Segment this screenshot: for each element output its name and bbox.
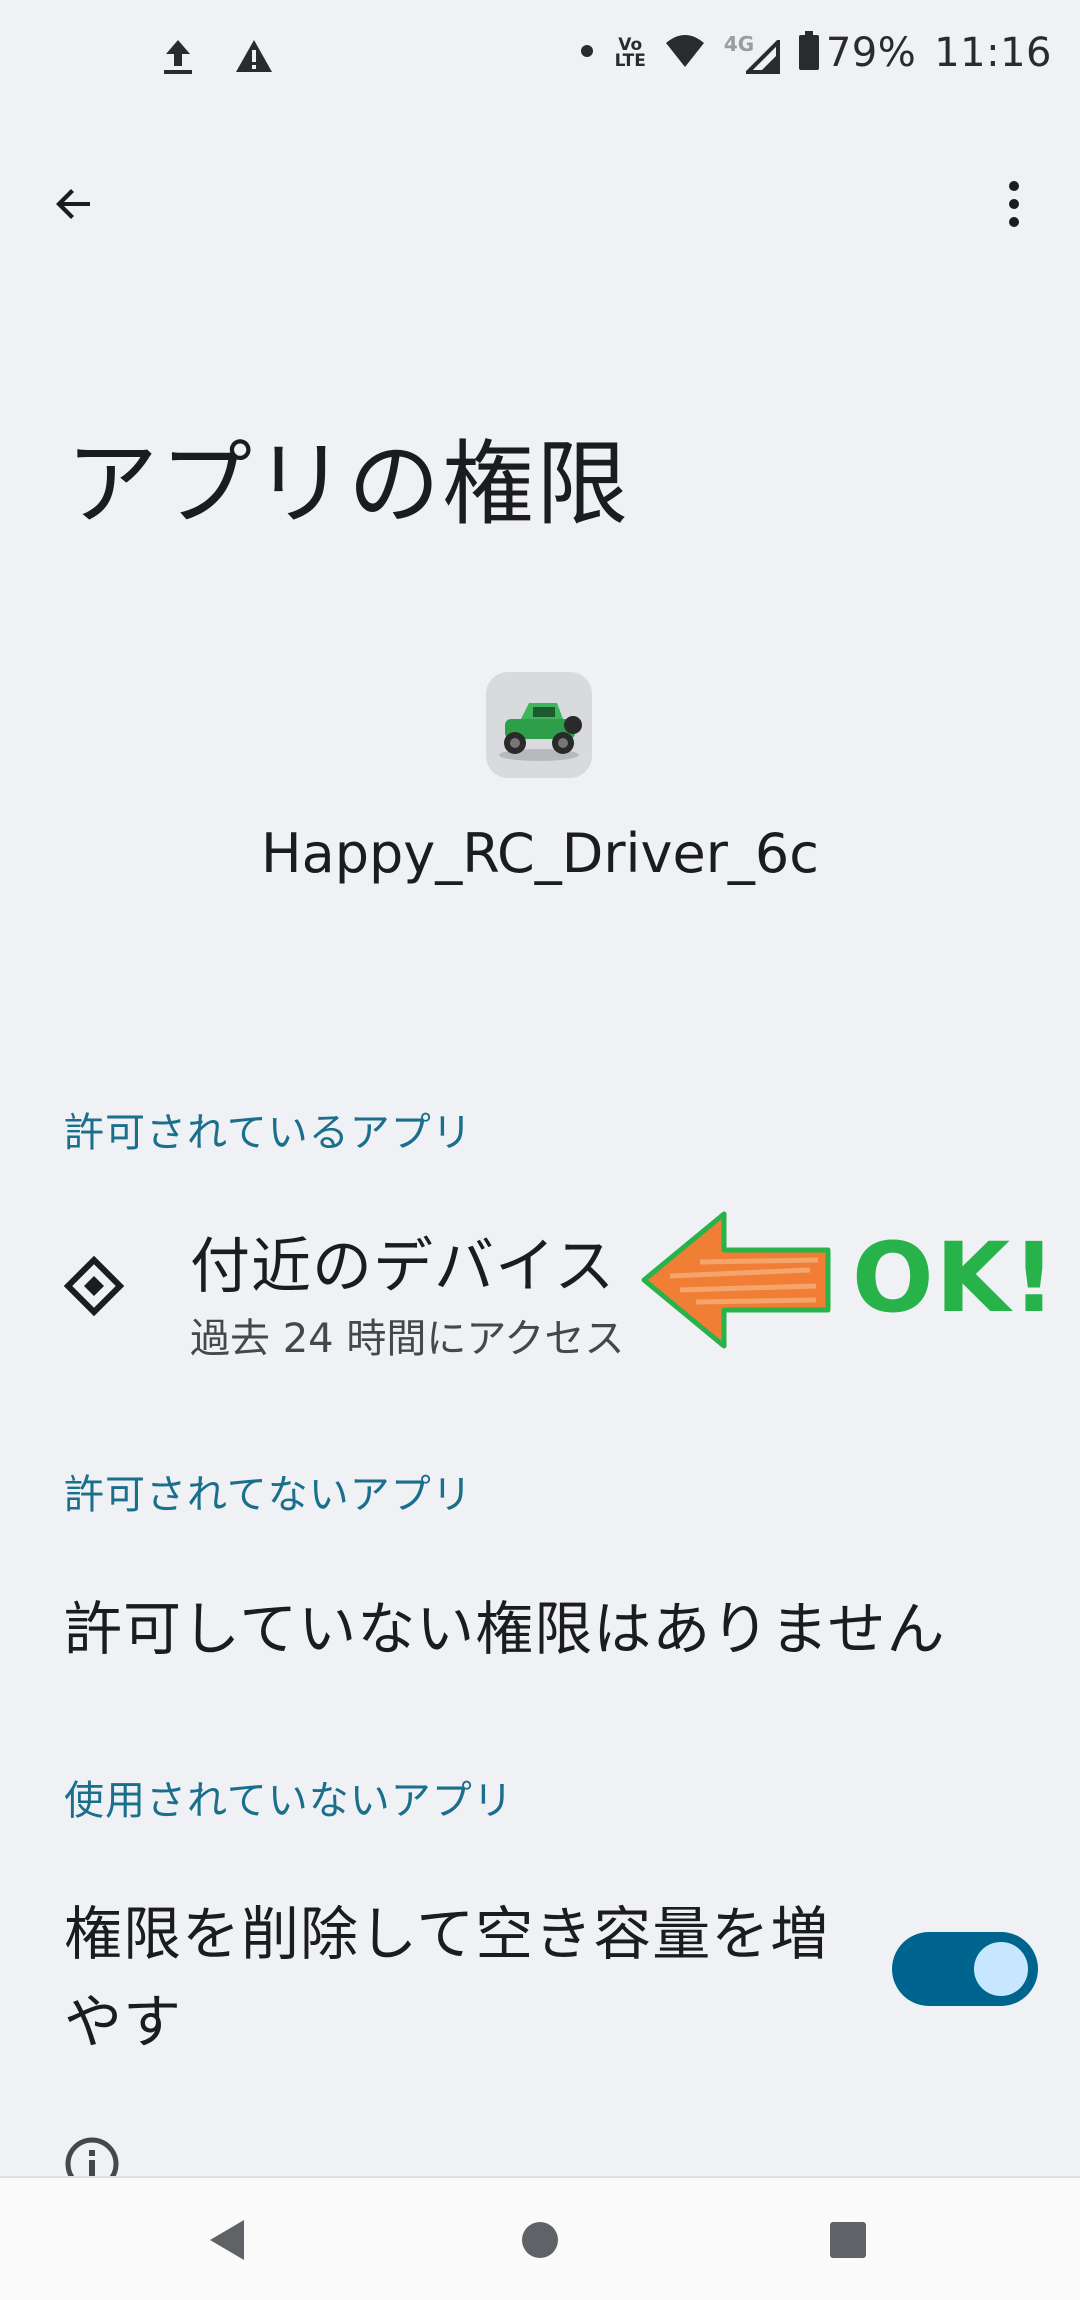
nearby-devices-icon bbox=[64, 1256, 124, 1316]
annotation-arrow-icon bbox=[641, 1211, 831, 1349]
app-permissions-screen: Vo LTE 4G 79% 11:16 アプリの権限 Happy_RC_Driv… bbox=[0, 0, 1080, 2300]
remove-permissions-toggle[interactable] bbox=[892, 1932, 1038, 2006]
app-name: Happy_RC_Driver_6c bbox=[261, 822, 819, 885]
battery-percent: 79% bbox=[825, 30, 917, 76]
nav-recents-button[interactable] bbox=[816, 2208, 880, 2272]
permission-subtitle: 過去 24 時間にアクセス bbox=[190, 1316, 625, 1362]
rc-truck-icon bbox=[499, 703, 582, 761]
4g-icon: 4G bbox=[724, 32, 780, 74]
dot-icon bbox=[577, 41, 597, 65]
top-app-bar bbox=[0, 140, 1080, 250]
arrow-back-icon bbox=[56, 189, 90, 219]
nav-home-icon bbox=[522, 2222, 558, 2258]
remove-permissions-label: 権限を削除して空き容量を増やす bbox=[64, 1900, 830, 2056]
more-options-button[interactable] bbox=[970, 160, 1058, 248]
status-bar: Vo LTE 4G 79% 11:16 bbox=[0, 0, 1080, 120]
wifi-icon bbox=[664, 33, 706, 73]
volte-label-bottom: LTE bbox=[614, 51, 646, 71]
permission-title: 付近のデバイス bbox=[190, 1232, 616, 1302]
no-denied-permissions-text: 許可していない権限はありません bbox=[64, 1595, 946, 1663]
toggle-thumb bbox=[974, 1942, 1028, 1996]
warning-icon bbox=[234, 38, 274, 78]
unused-section-header: 使用されていないアプリ bbox=[64, 1778, 514, 1824]
nav-back-button[interactable] bbox=[196, 2208, 260, 2272]
volte-icon: Vo LTE bbox=[614, 37, 646, 71]
not-allowed-section-header: 許可されてないアプリ bbox=[64, 1472, 473, 1518]
clock: 11:16 bbox=[934, 30, 1052, 76]
nav-back-icon bbox=[210, 2220, 244, 2260]
app-icon bbox=[486, 672, 592, 778]
system-navigation-bar bbox=[0, 2176, 1080, 2300]
annotation-ok-label: OK! bbox=[852, 1222, 1058, 1334]
upload-icon bbox=[160, 36, 196, 80]
nav-home-button[interactable] bbox=[508, 2208, 572, 2272]
nav-recents-icon bbox=[830, 2222, 866, 2258]
page-title: アプリの権限 bbox=[66, 431, 631, 538]
back-button[interactable] bbox=[30, 160, 118, 248]
more-vert-icon bbox=[1009, 181, 1019, 227]
battery-icon bbox=[798, 31, 820, 75]
remove-permissions-row[interactable]: 権限を削除して空き容量を増やす bbox=[0, 1890, 1080, 2060]
allowed-section-header: 許可されているアプリ bbox=[64, 1110, 473, 1156]
